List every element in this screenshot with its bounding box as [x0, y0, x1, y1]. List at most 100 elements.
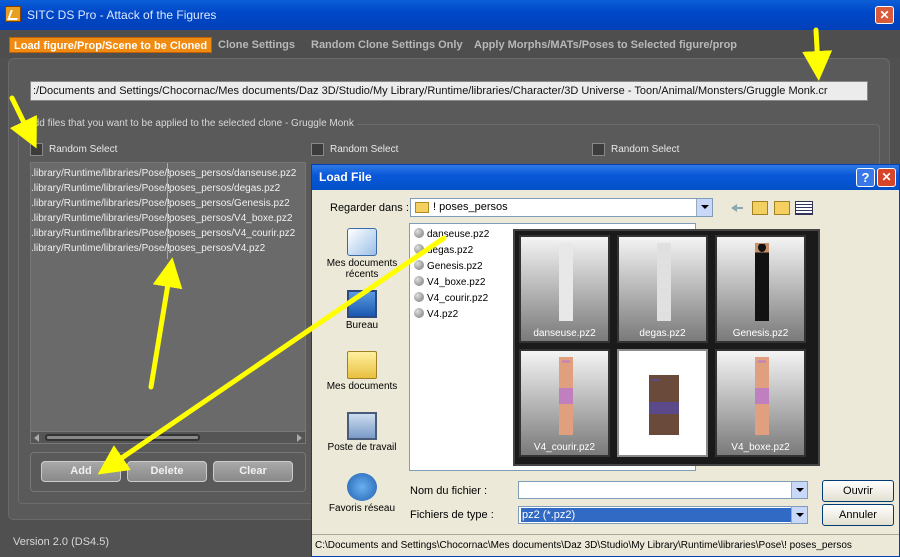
file-name: degas.pz2 — [427, 245, 474, 256]
added-files-list[interactable]: .library/Runtime/libraries/Pose/! .libra… — [30, 162, 306, 444]
list-item[interactable]: .library/Runtime/libraries/Pose/! — [31, 213, 170, 224]
place-recent[interactable]: Mes documents récents — [318, 228, 406, 280]
place-label: Poste de travail — [327, 442, 397, 453]
file-name: poses_persos/V4_boxe.pz2 — [169, 213, 293, 224]
recent-documents-icon — [347, 228, 377, 256]
scroll-left-icon[interactable] — [34, 434, 39, 442]
filename-label: Nom du fichier : — [410, 485, 488, 497]
cancel-button[interactable]: Annuler — [822, 504, 894, 526]
status-path-bar: C:\Documents and Settings\Chocornac\Mes … — [312, 534, 899, 556]
lookin-value: ! poses_persos — [433, 201, 508, 213]
list-item[interactable]: degas.pz2 — [414, 244, 473, 256]
thumbnail[interactable]: Genesis.pz2 — [715, 235, 806, 343]
dialog-title: Load File — [312, 165, 899, 190]
list-item[interactable]: Genesis.pz2 — [414, 260, 483, 272]
file-path-prefix: .library/Runtime/libraries/Pose/! — [31, 228, 170, 239]
figure-image — [755, 357, 769, 435]
file-path-prefix: .library/Runtime/libraries/Pose/! — [31, 213, 170, 224]
figure-image — [755, 243, 769, 321]
folder-up-icon[interactable] — [752, 201, 768, 215]
back-arrow-icon[interactable] — [731, 201, 743, 215]
thumbnail-label: danseuse.pz2 — [533, 328, 596, 339]
filetype-dropdown[interactable]: pz2 (*.pz2) — [518, 506, 808, 524]
list-item[interactable]: .library/Runtime/libraries/Pose/! — [31, 168, 170, 179]
list-item[interactable]: .library/Runtime/libraries/Pose/! — [31, 183, 170, 194]
place-network[interactable]: Favoris réseau — [318, 473, 406, 514]
window-close-button[interactable]: ✕ — [875, 6, 894, 24]
list-item[interactable]: V4_boxe.pz2 — [414, 276, 485, 288]
place-desktop[interactable]: Bureau — [318, 290, 406, 331]
horizontal-scrollbar[interactable] — [30, 431, 306, 444]
list-item[interactable]: V4.pz2 — [414, 308, 458, 320]
clear-button[interactable]: Clear — [213, 461, 293, 482]
new-folder-icon[interactable] — [774, 201, 790, 215]
scrollbar-thumb[interactable] — [45, 434, 200, 441]
tab-random-clone-settings[interactable]: Random Clone Settings Only — [307, 37, 467, 53]
figure-image — [559, 243, 573, 321]
place-label: Favoris réseau — [328, 503, 396, 514]
places-bar: Mes documents récents Bureau Mes documen… — [318, 220, 406, 520]
list-item[interactable]: .library/Runtime/libraries/Pose/! — [31, 243, 170, 254]
computer-icon — [347, 412, 377, 440]
delete-button[interactable]: Delete — [127, 461, 207, 482]
random-select-checkbox[interactable] — [311, 143, 324, 156]
load-file-dialog: Load File ? ✕ Regarder dans : ! poses_pe… — [311, 164, 900, 557]
place-label: Mes documents — [326, 381, 398, 392]
figure-image — [649, 375, 679, 435]
file-name: V4.pz2 — [427, 309, 459, 320]
file-name: poses_persos/V4.pz2 — [169, 243, 266, 254]
pose-file-icon — [414, 308, 424, 318]
tab-clone-settings[interactable]: Clone Settings — [214, 37, 299, 53]
chevron-down-icon[interactable] — [696, 199, 712, 216]
thumbnail[interactable]: V4_boxe.pz2 — [715, 349, 806, 457]
add-button[interactable]: Add — [41, 461, 121, 482]
tab-load-figure[interactable]: Load figure/Prop/Scene to be Cloned — [9, 37, 213, 53]
list-item[interactable]: .library/Runtime/libraries/Pose/! — [31, 198, 170, 209]
thumbnail-label: Genesis.pz2 — [732, 328, 789, 339]
list-item[interactable]: .library/Runtime/libraries/Pose/! — [31, 228, 170, 239]
title-bar: SITC DS Pro - Attack of the Figures ✕ — [0, 0, 900, 30]
thumbnail-label: V4_courir.pz2 — [533, 442, 596, 453]
file-name: poses_persos/danseuse.pz2 — [169, 168, 297, 179]
file-name: poses_persos/Genesis.pz2 — [169, 198, 290, 209]
pose-file-icon — [414, 292, 424, 302]
window-title: SITC DS Pro - Attack of the Figures — [27, 8, 217, 22]
file-name: Genesis.pz2 — [427, 261, 483, 272]
network-icon — [347, 473, 377, 501]
lookin-dropdown[interactable]: ! poses_persos — [410, 198, 713, 217]
help-button[interactable]: ? — [856, 168, 875, 187]
thumbnail[interactable]: degas.pz2 — [617, 235, 708, 343]
figure-path-field[interactable]: :/Documents and Settings/Chocornac/Mes d… — [30, 81, 868, 101]
thumbnail[interactable]: V4_courir.pz2 — [519, 349, 610, 457]
random-select-label: Random Select — [611, 144, 680, 155]
random-select-checkbox[interactable] — [30, 143, 43, 156]
thumbnail-selected[interactable]: V4.pz2 — [617, 349, 708, 457]
random-select-2[interactable]: Random Select — [311, 143, 431, 156]
open-button[interactable]: Ouvrir — [822, 480, 894, 502]
random-select-1[interactable]: Random Select — [30, 143, 150, 156]
folder-icon — [415, 202, 429, 213]
file-path-prefix: .library/Runtime/libraries/Pose/! — [31, 183, 170, 194]
view-menu-icon[interactable] — [795, 201, 813, 215]
lookin-label: Regarder dans : — [330, 202, 409, 214]
app-icon — [5, 6, 21, 22]
dialog-close-button[interactable]: ✕ — [877, 168, 896, 187]
thumbnail-label: V4.pz2 — [646, 442, 679, 453]
chevron-down-icon[interactable] — [791, 507, 807, 523]
file-path-prefix: .library/Runtime/libraries/Pose/! — [31, 168, 170, 179]
chevron-down-icon[interactable] — [791, 482, 807, 498]
pose-file-icon — [414, 260, 424, 270]
list-item[interactable]: danseuse.pz2 — [414, 228, 489, 240]
scroll-right-icon[interactable] — [297, 434, 302, 442]
thumbnail-label: degas.pz2 — [639, 328, 686, 339]
tab-apply-morphs[interactable]: Apply Morphs/MATs/Poses to Selected figu… — [470, 37, 741, 53]
figure-image — [657, 243, 671, 321]
place-my-computer[interactable]: Poste de travail — [318, 412, 406, 453]
thumbnail-preview: danseuse.pz2 degas.pz2 Genesis.pz2 V4_co… — [513, 229, 820, 466]
thumbnail[interactable]: danseuse.pz2 — [519, 235, 610, 343]
place-my-documents[interactable]: Mes documents — [318, 351, 406, 392]
random-select-3[interactable]: Random Select — [592, 143, 712, 156]
list-item[interactable]: V4_courir.pz2 — [414, 292, 488, 304]
filename-input[interactable] — [518, 481, 808, 499]
random-select-checkbox[interactable] — [592, 143, 605, 156]
